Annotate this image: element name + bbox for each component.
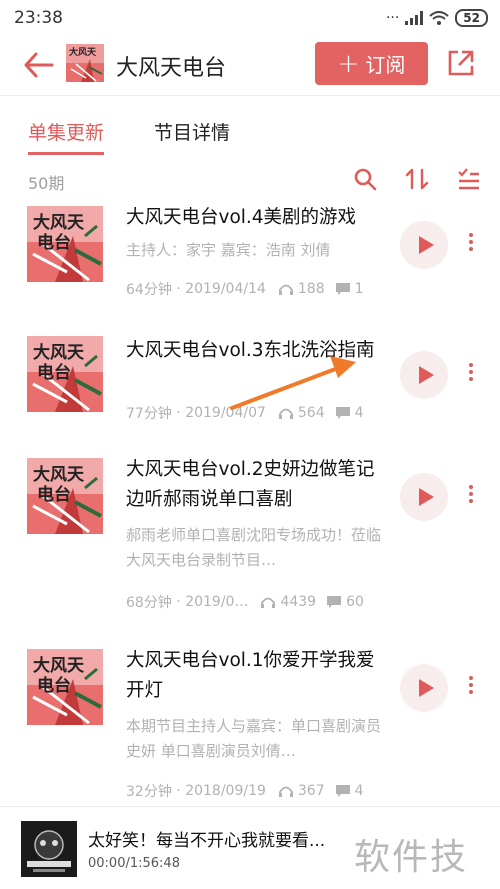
episode-play-count: 4439 (280, 594, 317, 610)
svg-text:电台: 电台 (37, 232, 71, 253)
episode-description: 本期节目主持人与嘉宾：单口喜剧演员史妍 单口喜剧演员刘倩… (126, 717, 382, 760)
episode-date: 2018/09/19 (185, 783, 266, 799)
svg-text:电台: 电台 (37, 362, 71, 383)
meta-separator: · (171, 281, 186, 297)
more-options-icon[interactable] (464, 230, 478, 260)
episode-duration: 64分钟 (126, 282, 172, 298)
back-arrow-icon[interactable] (22, 50, 56, 80)
play-button[interactable] (400, 664, 448, 712)
page-title: 大风天电台 (116, 56, 227, 81)
subscribe-button[interactable]: + 订阅 (315, 42, 428, 85)
more-options-icon[interactable] (464, 360, 478, 390)
now-playing-cover (21, 821, 77, 877)
meta-separator: · (171, 783, 186, 799)
episode-date: 2019/04/14 (185, 281, 266, 297)
svg-text:大风天: 大风天 (33, 212, 85, 233)
episode-title: 大风天电台vol.4美剧的游戏 (126, 207, 357, 228)
episode-title: 大风天电台vol.3东北洗浴指南 (126, 340, 375, 361)
svg-text:电台: 电台 (37, 675, 71, 696)
share-icon[interactable] (446, 48, 476, 78)
episode-play-count: 188 (297, 281, 325, 297)
headphones-icon (278, 786, 293, 797)
svg-text:大风天: 大风天 (33, 464, 85, 485)
search-icon[interactable] (352, 166, 378, 192)
svg-text:大风天: 大风天 (33, 342, 85, 363)
episode-meta: 32分钟 · 2018/09/19 367 4 (126, 781, 388, 801)
headphones-icon (261, 597, 276, 608)
meta-separator: · (171, 405, 186, 421)
episode-description: 主持人：家宇 嘉宾：浩南 刘倩 (126, 241, 331, 259)
meta-separator: · (171, 594, 186, 610)
episode-title: 大风天电台vol.2史妍边做笔记边听郝雨说单口喜剧 (126, 459, 375, 510)
podcast-cover-thumbnail: 大风天 (66, 44, 104, 82)
now-playing-time: 00:00/1:56:48 (88, 856, 180, 871)
episode-date: 2019/04/07 (185, 405, 266, 421)
episode-duration: 32分钟 (126, 784, 172, 800)
svg-text:电台: 电台 (37, 484, 71, 505)
wifi-icon (429, 10, 449, 25)
header: 大风天 大风天电台 + 订阅 (0, 36, 500, 94)
plus-icon: + (337, 48, 360, 79)
now-playing-title: 太好笑！每当不开心我就要看... (88, 831, 326, 851)
episode-play-count: 564 (297, 405, 325, 421)
list-toolbar: 50期 (0, 162, 500, 198)
episode-cover-image: 大风天 电台 (27, 206, 103, 282)
episode-comment-count: 1 (354, 281, 364, 297)
comment-icon (335, 407, 350, 419)
headphones-icon (278, 284, 293, 295)
svg-text:大风天: 大风天 (69, 46, 97, 58)
status-time: 23:38 (14, 8, 63, 28)
episode-meta: 68分钟 · 2019/0… 4439 60 (126, 592, 388, 612)
svg-text:大风天: 大风天 (33, 655, 85, 676)
status-icons: ··· 52 (386, 9, 488, 27)
episode-cover-image: 大风天 电台 (27, 458, 103, 534)
episode-meta: 64分钟 · 2019/04/14 188 1 (126, 279, 388, 299)
episode-cover-image: 大风天 电台 (27, 336, 103, 412)
episode-cover-image: 大风天 电台 (27, 649, 103, 725)
episode-comment-count: 4 (354, 783, 364, 799)
episode-duration: 68分钟 (126, 595, 172, 611)
episode-play-count: 367 (297, 783, 325, 799)
more-dots-icon: ··· (385, 10, 400, 26)
episode-count: 50期 (28, 174, 65, 193)
battery-icon: 52 (455, 9, 488, 27)
more-options-icon[interactable] (464, 673, 478, 703)
subscribe-label: 订阅 (365, 53, 406, 77)
more-options-icon[interactable] (464, 482, 478, 512)
header-divider (0, 95, 500, 96)
tab-episode-updates[interactable]: 单集更新 (28, 118, 105, 155)
play-button[interactable] (400, 221, 448, 269)
comment-icon (335, 283, 350, 295)
watermark-text: 软件技巧 (354, 837, 469, 878)
batch-select-icon[interactable] (456, 166, 482, 192)
comment-icon (335, 785, 350, 797)
signal-icon (405, 11, 424, 25)
episode-comment-count: 60 (346, 594, 364, 610)
sort-icon[interactable] (404, 166, 430, 192)
episode-date: 2019/0… (185, 594, 249, 610)
tab-bar: 单集更新 节目详情 (0, 112, 500, 158)
play-button[interactable] (400, 351, 448, 399)
episode-description: 郝雨老师单口喜剧沈阳专场成功！莅临大风天电台录制节目… (126, 526, 382, 569)
status-bar: 23:38 ··· 52 (0, 0, 500, 36)
play-button[interactable] (400, 473, 448, 521)
episode-comment-count: 4 (354, 405, 364, 421)
episode-meta: 77分钟 · 2019/04/07 564 4 (126, 403, 388, 423)
tab-program-details[interactable]: 节目详情 (154, 118, 230, 145)
episode-title: 大风天电台vol.1你爱开学我爱开灯 (126, 650, 375, 701)
comment-icon (327, 596, 342, 608)
headphones-icon (278, 408, 293, 419)
episode-duration: 77分钟 (126, 406, 172, 422)
